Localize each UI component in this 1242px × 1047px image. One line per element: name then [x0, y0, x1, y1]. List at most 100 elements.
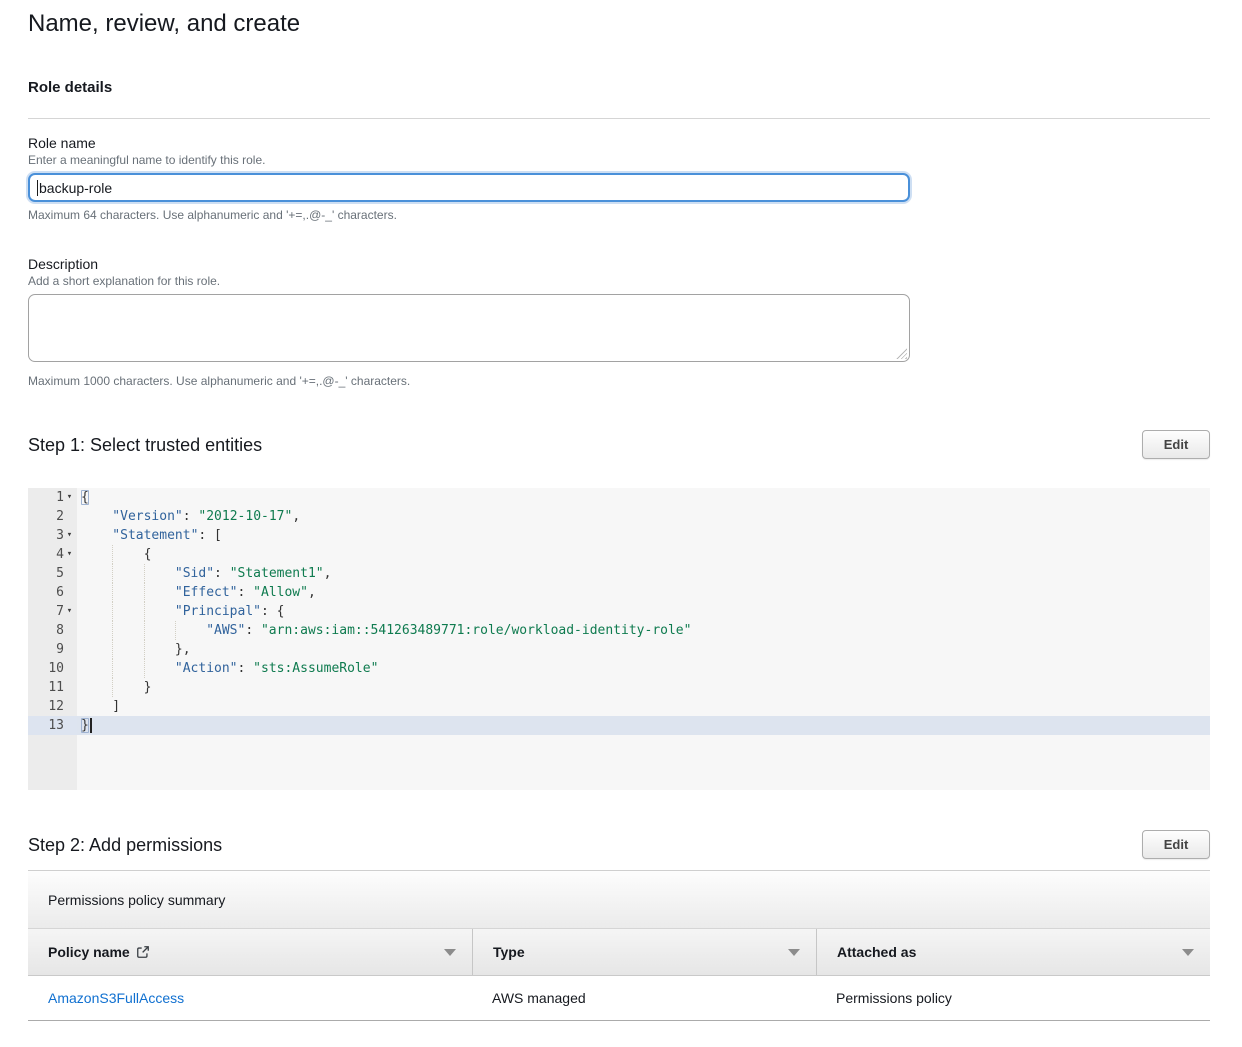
- editor-code-line[interactable]: "Action": "sts:AssumeRole": [77, 659, 1210, 678]
- editor-gutter-cell: 12: [28, 697, 77, 716]
- editor-line[interactable]: 6 "Effect": "Allow",: [28, 583, 1210, 602]
- editor-code-line[interactable]: }: [77, 678, 1210, 697]
- editor-gutter-cell: 9: [28, 640, 77, 659]
- editor-code-line[interactable]: "Statement": [: [77, 526, 1210, 545]
- editor-gutter-cell: 10: [28, 659, 77, 678]
- editor-gutter-cell: 13: [28, 716, 77, 735]
- indent-guide: [81, 545, 112, 564]
- indent-guide: [175, 621, 206, 640]
- editor-line[interactable]: 9},: [28, 640, 1210, 659]
- indent-guide: [81, 621, 112, 640]
- indent-guide: [112, 545, 143, 564]
- indent-guide: [144, 640, 175, 659]
- editor-code-line[interactable]: "Effect": "Allow",: [77, 583, 1210, 602]
- description-textarea[interactable]: [28, 294, 910, 362]
- indent-guide: [81, 697, 112, 716]
- editor-gutter-cell: 3▾: [28, 526, 77, 545]
- sort-triangle-icon[interactable]: [1182, 949, 1194, 956]
- code-token: "arn:aws:iam::541263489771:role/workload…: [261, 623, 691, 638]
- code-token: },: [175, 642, 191, 657]
- editor-code-line[interactable]: {: [77, 545, 1210, 564]
- line-number: 1: [56, 488, 64, 507]
- indent-guide: [144, 659, 175, 678]
- editor-line[interactable]: 5 "Sid": "Statement1",: [28, 564, 1210, 583]
- editor-code-line[interactable]: "Version": "2012-10-17",: [77, 507, 1210, 526]
- editor-code-line[interactable]: "AWS": "arn:aws:iam::541263489771:role/w…: [77, 621, 1210, 640]
- code-token: "Statement1": [230, 566, 324, 581]
- page-title: Name, review, and create: [28, 10, 1210, 38]
- fold-caret-icon[interactable]: ▾: [64, 526, 75, 545]
- indent-guide: [144, 602, 175, 621]
- editor-line[interactable]: 2 "Version": "2012-10-17",: [28, 507, 1210, 526]
- editor-gutter-cell: 1▾: [28, 488, 77, 507]
- fold-caret-icon[interactable]: ▾: [64, 545, 75, 564]
- line-number: 2: [56, 507, 64, 526]
- editor-line[interactable]: 11}: [28, 678, 1210, 697]
- role-name-constraint: Maximum 64 characters. Use alphanumeric …: [28, 208, 1210, 222]
- cell-policy-name: AmazonS3FullAccess: [28, 976, 472, 1020]
- editor-filler[interactable]: [28, 735, 1210, 790]
- code-token: :: [214, 566, 230, 581]
- column-header-policy-name: Policy name: [28, 929, 472, 975]
- policy-table-header: Policy name Type Attached as: [28, 929, 1210, 976]
- editor-code-line[interactable]: "Principal": {: [77, 602, 1210, 621]
- editor-code-line[interactable]: {: [77, 488, 1210, 507]
- editor-line[interactable]: 10 "Action": "sts:AssumeRole": [28, 659, 1210, 678]
- editor-gutter-cell: 7▾: [28, 602, 77, 621]
- column-header-attached-as: Attached as: [816, 929, 1210, 975]
- code-token: }: [81, 718, 89, 733]
- description-label: Description: [28, 256, 1210, 272]
- role-name-input-wrap: [28, 173, 910, 202]
- editor-gutter-cell: 8: [28, 621, 77, 640]
- sort-triangle-icon[interactable]: [444, 949, 456, 956]
- editor-line[interactable]: 12]: [28, 697, 1210, 716]
- sort-triangle-icon[interactable]: [788, 949, 800, 956]
- code-token: :: [183, 509, 199, 524]
- editor-line[interactable]: 8 "AWS": "arn:aws:iam::541263489771:role/…: [28, 621, 1210, 640]
- indent-guide: [81, 678, 112, 697]
- editor-code-line[interactable]: ]: [77, 697, 1210, 716]
- line-number: 12: [48, 697, 64, 716]
- column-header-type: Type: [472, 929, 816, 975]
- editor-code-line[interactable]: },: [77, 640, 1210, 659]
- editor-code-filler[interactable]: [77, 735, 1210, 790]
- code-token: :: [238, 585, 254, 600]
- line-number: 10: [48, 659, 64, 678]
- line-number: 7: [56, 602, 64, 621]
- fold-caret-icon[interactable]: ▾: [64, 488, 75, 507]
- editor-line[interactable]: 7▾"Principal": {: [28, 602, 1210, 621]
- code-token: "sts:AssumeRole": [253, 661, 378, 676]
- editor-gutter-cell: 2: [28, 507, 77, 526]
- line-number: 5: [56, 564, 64, 583]
- editor-code-line[interactable]: "Sid": "Statement1",: [77, 564, 1210, 583]
- trust-policy-editor[interactable]: 1▾{2"Version": "2012-10-17",3▾"Statement…: [28, 488, 1210, 790]
- description-help: Add a short explanation for this role.: [28, 274, 1210, 288]
- text-caret: [37, 180, 38, 196]
- editor-line[interactable]: 1▾{: [28, 488, 1210, 507]
- line-number: 11: [48, 678, 64, 697]
- code-token: "Statement": [112, 528, 198, 543]
- indent-guide: [81, 659, 112, 678]
- column-header-label: Type: [493, 944, 525, 960]
- fold-caret-icon[interactable]: ▾: [64, 602, 75, 621]
- role-name-help: Enter a meaningful name to identify this…: [28, 153, 1210, 167]
- editor-line[interactable]: 13}: [28, 716, 1210, 735]
- code-token: ,: [308, 585, 316, 600]
- editor-line[interactable]: 4▾{: [28, 545, 1210, 564]
- line-number: 8: [56, 621, 64, 640]
- editor-caret: [90, 718, 92, 733]
- column-header-label: Attached as: [837, 944, 916, 960]
- step1-heading: Step 1: Select trusted entities: [28, 433, 262, 457]
- editor-line[interactable]: 3▾"Statement": [: [28, 526, 1210, 545]
- role-name-input[interactable]: [28, 173, 910, 202]
- indent-guide: [112, 678, 143, 697]
- code-token: "Sid": [175, 566, 214, 581]
- step2-edit-button[interactable]: Edit: [1142, 830, 1210, 859]
- code-token: :: [238, 661, 254, 676]
- editor-code-line[interactable]: }: [77, 716, 1210, 735]
- line-number: 6: [56, 583, 64, 602]
- indent-guide: [81, 583, 112, 602]
- step1-edit-button[interactable]: Edit: [1142, 430, 1210, 459]
- code-token: ]: [112, 699, 120, 714]
- policy-name-link[interactable]: AmazonS3FullAccess: [48, 990, 184, 1006]
